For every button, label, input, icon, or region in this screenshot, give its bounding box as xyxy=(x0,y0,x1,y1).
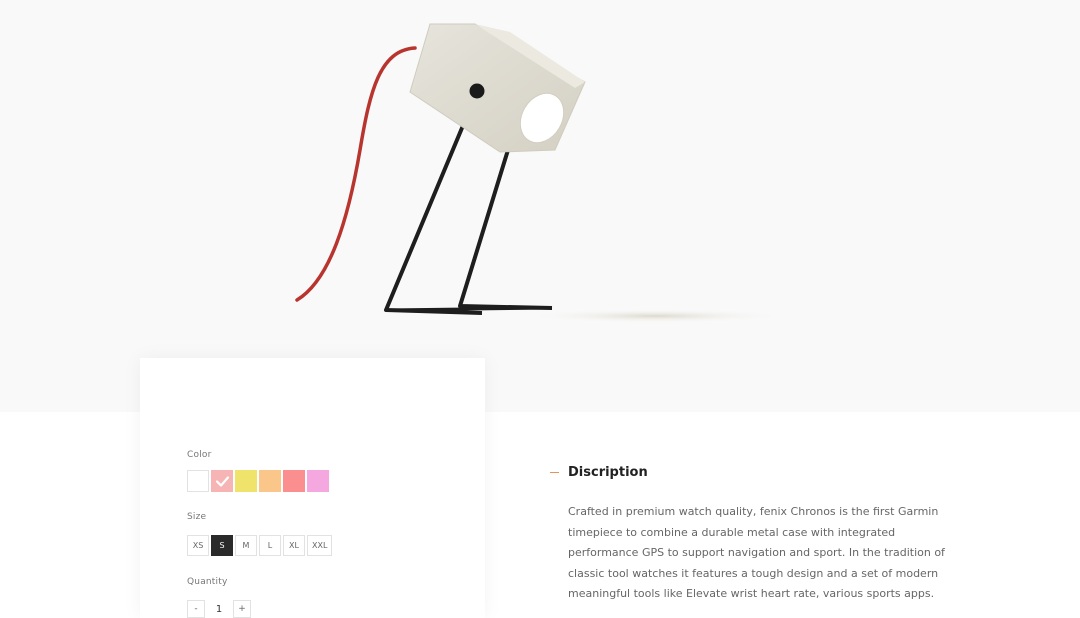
size-options: XS S M L XL XXL xyxy=(187,535,333,556)
description-section: Discription Crafted in premium watch qua… xyxy=(550,462,950,605)
size-option-xs[interactable]: XS xyxy=(187,535,209,556)
size-option-xl[interactable]: XL xyxy=(283,535,305,556)
product-options-card: Color Size XS S M L XL XXL Quantity - 1 … xyxy=(140,358,485,618)
quantity-value[interactable]: 1 xyxy=(211,604,227,615)
product-hero xyxy=(0,0,1080,412)
size-label: Size xyxy=(187,512,207,522)
color-swatch-white[interactable] xyxy=(187,470,209,492)
size-option-l[interactable]: L xyxy=(259,535,281,556)
description-title: Discription xyxy=(568,464,648,480)
description-text: Crafted in premium watch quality, fenix … xyxy=(568,505,945,600)
color-swatch-violet[interactable] xyxy=(307,470,329,492)
quantity-decrease-button[interactable]: - xyxy=(187,600,205,618)
description-header: Discription xyxy=(550,462,950,482)
checkmark-icon xyxy=(215,475,229,487)
color-swatch-pink[interactable] xyxy=(211,470,233,492)
size-option-xxl[interactable]: XXL xyxy=(307,535,333,556)
quantity-increase-button[interactable]: + xyxy=(233,600,251,618)
color-swatch-yellow[interactable] xyxy=(235,470,257,492)
quantity-label: Quantity xyxy=(187,577,228,587)
size-option-m[interactable]: M xyxy=(235,535,257,556)
color-label: Color xyxy=(187,450,212,460)
dash-icon xyxy=(550,471,559,473)
quantity-stepper: - 1 + xyxy=(187,600,251,618)
color-swatches xyxy=(187,470,329,492)
color-swatch-red[interactable] xyxy=(283,470,305,492)
product-image-lamp xyxy=(295,23,785,323)
color-swatch-orange[interactable] xyxy=(259,470,281,492)
size-option-s[interactable]: S xyxy=(211,535,233,556)
